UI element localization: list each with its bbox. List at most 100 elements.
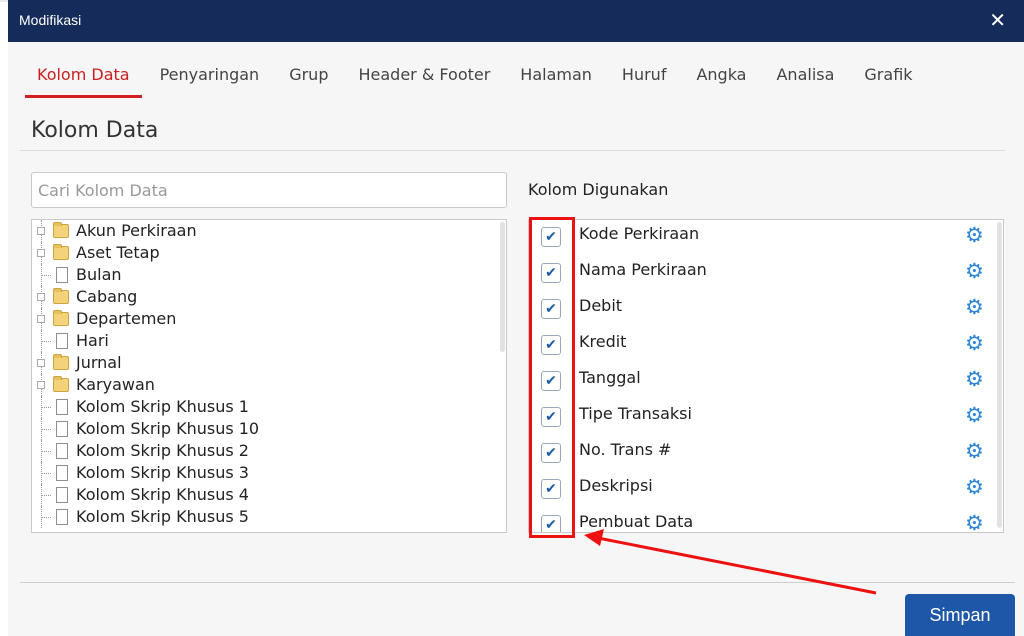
tree-item-label: Kolom Skrip Khusus 3 <box>76 463 249 482</box>
used-column-row: ✔ Kode Perkiraan ⚙ <box>529 220 1003 256</box>
tree-item[interactable]: Karyawan <box>32 374 506 396</box>
title-bar: Modifikasi ✕ <box>8 0 1024 42</box>
window-title: Modifikasi <box>19 12 82 28</box>
tab-bar: Kolom Data Penyaringan Grup Header & Foo… <box>25 62 1015 98</box>
tab-penyaringan[interactable]: Penyaringan <box>148 62 272 98</box>
tree-item[interactable]: Bulan <box>32 264 506 286</box>
tab-grup[interactable]: Grup <box>277 62 340 98</box>
checkbox[interactable]: ✔ <box>541 299 561 319</box>
tab-huruf[interactable]: Huruf <box>610 62 679 98</box>
expand-icon[interactable] <box>37 359 45 367</box>
used-column-row: ✔ Kredit ⚙ <box>529 328 1003 364</box>
gear-icon[interactable]: ⚙ <box>965 260 984 282</box>
folder-icon <box>53 288 69 304</box>
tree-guide <box>41 429 51 430</box>
tree-item[interactable]: Hari <box>32 330 506 352</box>
gear-icon[interactable]: ⚙ <box>965 476 984 498</box>
gear-icon[interactable]: ⚙ <box>965 368 984 390</box>
used-column-label: Nama Perkiraan <box>579 260 707 279</box>
tab-analisa[interactable]: Analisa <box>764 62 846 98</box>
gear-icon[interactable]: ⚙ <box>965 440 984 462</box>
tree-guide <box>41 473 51 474</box>
tree-item-label: Karyawan <box>76 375 155 394</box>
tree-item[interactable]: Aset Tetap <box>32 242 506 264</box>
tree-item[interactable]: Kolom Skrip Khusus 4 <box>32 484 506 506</box>
file-icon <box>56 509 68 525</box>
used-column-label: Pembuat Data <box>579 512 694 531</box>
folder-icon <box>53 222 69 238</box>
tree-item[interactable]: Kolom Skrip Khusus 1 <box>32 396 506 418</box>
used-columns-list: ✔ Kode Perkiraan ⚙ ✔ Nama Perkiraan ⚙ ✔ Debit… <box>528 219 1004 533</box>
used-column-label: Tanggal <box>579 368 641 387</box>
used-columns-scrollbar[interactable] <box>997 222 1002 528</box>
checkbox[interactable]: ✔ <box>541 227 561 247</box>
used-column-row: ✔ Deskripsi ⚙ <box>529 472 1003 508</box>
tree-item[interactable]: Jurnal <box>32 352 506 374</box>
expand-icon[interactable] <box>37 293 45 301</box>
footer-divider <box>20 582 1015 583</box>
tree-item[interactable]: Kolom Skrip Khusus 3 <box>32 462 506 484</box>
used-column-label: No. Trans # <box>579 440 672 459</box>
tree-item[interactable]: Departemen <box>32 308 506 330</box>
file-icon <box>56 267 68 283</box>
used-column-row: ✔ Pembuat Data ⚙ <box>529 508 1003 532</box>
expand-icon[interactable] <box>37 315 45 323</box>
file-icon <box>56 333 68 349</box>
folder-icon <box>53 310 69 326</box>
tab-grafik[interactable]: Grafik <box>852 62 924 98</box>
tree-guide <box>41 517 51 518</box>
checkbox[interactable]: ✔ <box>541 443 561 463</box>
used-column-row: ✔ Tipe Transaksi ⚙ <box>529 400 1003 436</box>
tree-item-label: Hari <box>76 331 109 350</box>
section-divider <box>20 150 1005 151</box>
used-column-row: ✔ Nama Perkiraan ⚙ <box>529 256 1003 292</box>
tree-item[interactable]: Kolom Skrip Khusus 2 <box>32 440 506 462</box>
tab-angka[interactable]: Angka <box>684 62 758 98</box>
gear-icon[interactable]: ⚙ <box>965 512 984 532</box>
used-column-label: Kode Perkiraan <box>579 224 700 243</box>
close-icon[interactable]: ✕ <box>989 8 1006 32</box>
tree-guide <box>41 407 51 408</box>
checkbox[interactable]: ✔ <box>541 407 561 427</box>
tree-item[interactable]: Akun Perkiraan <box>32 220 506 242</box>
gear-icon[interactable]: ⚙ <box>965 224 984 246</box>
search-input[interactable] <box>31 172 507 208</box>
expand-icon[interactable] <box>37 381 45 389</box>
used-column-row: ✔ Tanggal ⚙ <box>529 364 1003 400</box>
checkbox[interactable]: ✔ <box>541 515 561 532</box>
file-icon <box>56 399 68 415</box>
expand-icon[interactable] <box>37 227 45 235</box>
used-columns-label: Kolom Digunakan <box>528 180 669 199</box>
tree-guide <box>41 495 51 496</box>
folder-icon <box>53 354 69 370</box>
used-column-row: ✔ Debit ⚙ <box>529 292 1003 328</box>
tree-guide <box>41 451 51 452</box>
used-column-label: Debit <box>579 296 623 315</box>
tab-header-footer[interactable]: Header & Footer <box>346 62 502 98</box>
gear-icon[interactable]: ⚙ <box>965 332 984 354</box>
save-button[interactable]: Simpan <box>905 594 1015 636</box>
tree-item-label: Jurnal <box>76 353 122 372</box>
tree-item[interactable]: Cabang <box>32 286 506 308</box>
section-title: Kolom Data <box>31 118 159 143</box>
checkbox[interactable]: ✔ <box>541 263 561 283</box>
gear-icon[interactable]: ⚙ <box>965 296 984 318</box>
checkbox[interactable]: ✔ <box>541 335 561 355</box>
tree-item[interactable]: Kolom Skrip Khusus 10 <box>32 418 506 440</box>
used-column-label: Deskripsi <box>579 476 653 495</box>
available-columns-tree: Akun Perkiraan Aset Tetap Bulan Cabang D… <box>31 219 507 533</box>
checkbox[interactable]: ✔ <box>541 371 561 391</box>
tree-item-label: Kolom Skrip Khusus 5 <box>76 507 249 526</box>
tree-item-label: Kolom Skrip Khusus 2 <box>76 441 249 460</box>
used-column-label: Kredit <box>579 332 627 351</box>
checkbox[interactable]: ✔ <box>541 479 561 499</box>
tab-halaman[interactable]: Halaman <box>508 62 604 98</box>
gear-icon[interactable]: ⚙ <box>965 404 984 426</box>
tab-kolom-data[interactable]: Kolom Data <box>25 62 142 98</box>
tree-item[interactable]: Kolom Skrip Khusus 5 <box>32 506 506 528</box>
folder-icon <box>53 376 69 392</box>
expand-icon[interactable] <box>37 249 45 257</box>
tree-guide <box>41 341 51 342</box>
tree-item-label: Kolom Skrip Khusus 10 <box>76 419 260 438</box>
tree-scrollbar[interactable] <box>500 222 505 352</box>
